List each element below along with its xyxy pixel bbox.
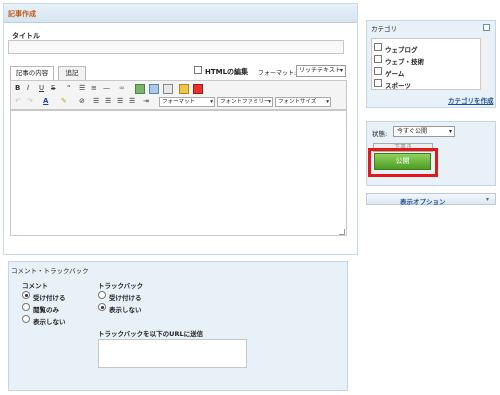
status-select-value: 今すぐ公開: [397, 128, 428, 135]
align-left-icon[interactable]: ☰: [93, 96, 99, 106]
resize-handle[interactable]: [339, 229, 345, 235]
trackback-url-input[interactable]: [98, 339, 247, 368]
comment-readonly-radio[interactable]: [22, 303, 30, 311]
numbered-list-icon[interactable]: ≡: [91, 83, 97, 93]
clear-format-icon[interactable]: ⊘: [79, 96, 85, 106]
category-scrollbar[interactable]: [480, 38, 488, 90]
editor-toolbar: B I U S “ ☰ ≡ — ∞ ↶ ↷ A ✎ ⊘ ☰ ☰ ☰ ☰ ⇥ フォ…: [10, 80, 347, 110]
undo-icon[interactable]: ↶: [15, 96, 21, 106]
expand-icon[interactable]: ▾: [486, 196, 489, 203]
emoji-icon[interactable]: [179, 84, 189, 94]
comment-hide-radio[interactable]: [22, 315, 30, 323]
trackback-hide-radio[interactable]: [98, 303, 106, 311]
comment-accept-label: 受け付ける: [33, 294, 66, 302]
horizontal-rule-icon[interactable]: —: [103, 83, 110, 93]
bold-button[interactable]: B: [15, 83, 20, 93]
indent-icon[interactable]: ⇥: [143, 96, 149, 106]
create-category-link[interactable]: カテゴリを作成: [448, 95, 494, 105]
trackback-accept-radio[interactable]: [98, 291, 106, 299]
display-options-label: 表示オプション: [400, 198, 446, 206]
category-checkbox[interactable]: [374, 43, 382, 51]
font-family-select[interactable]: フォントファミリー ▾: [217, 97, 273, 107]
font-size-select[interactable]: フォントサイズ ▾: [275, 97, 331, 107]
html-edit-checkbox[interactable]: [194, 66, 202, 74]
category-item-label: ウェブ・技術: [385, 58, 424, 66]
youtube-icon[interactable]: [193, 84, 203, 94]
italic-button[interactable]: I: [27, 83, 29, 93]
status-select[interactable]: 今すぐ公開 ▾: [393, 126, 455, 137]
body-editor[interactable]: [10, 110, 347, 236]
blockquote-icon[interactable]: “: [67, 83, 71, 93]
format-label: フォーマット:: [258, 70, 297, 77]
trackback-hide-label: 表示しない: [109, 306, 142, 314]
chevron-down-icon: ▾: [210, 99, 213, 105]
align-center-icon[interactable]: ☰: [105, 96, 111, 106]
chevron-down-icon: ▾: [448, 128, 452, 135]
category-list: ウェブログ ウェブ・技術 ゲーム スポーツ: [371, 38, 488, 90]
comment-trackback-panel: [8, 261, 348, 391]
comment-trackback-title: コメント・トラックバック: [11, 267, 89, 275]
text-color-icon[interactable]: A: [43, 96, 48, 106]
strikethrough-button[interactable]: S: [51, 83, 55, 93]
align-right-icon[interactable]: ☰: [117, 96, 123, 106]
status-label: 状態:: [372, 130, 388, 138]
chevron-down-icon: ▾: [268, 99, 271, 105]
format-select[interactable]: リッチテキスト ▾: [296, 65, 346, 77]
category-item-label: ゲーム: [385, 70, 405, 78]
format-select-value: リッチテキスト: [299, 67, 341, 74]
format-block-select[interactable]: フォーマット ▾: [159, 97, 215, 107]
table-icon[interactable]: [163, 84, 173, 94]
html-edit-label: HTMLの編集: [205, 68, 249, 76]
tab-entry-body[interactable]: 記事の内容: [10, 66, 54, 81]
category-checkbox[interactable]: [374, 79, 382, 87]
chevron-down-icon: ▾: [339, 67, 343, 74]
editor-header: 記事作成: [4, 4, 357, 23]
font-family-select-label: フォントファミリー: [220, 99, 270, 105]
page-title: 記事作成: [8, 10, 36, 18]
comment-accept-radio[interactable]: [22, 291, 30, 299]
underline-button[interactable]: U: [39, 83, 44, 93]
publish-button[interactable]: 公開: [374, 153, 431, 170]
category-item-label: スポーツ: [385, 82, 411, 90]
chevron-down-icon: ▾: [326, 99, 329, 105]
font-size-select-label: フォントサイズ: [278, 99, 317, 105]
category-title: カテゴリ: [371, 25, 397, 33]
highlight-color-icon[interactable]: ✎: [61, 96, 67, 106]
link-icon[interactable]: ∞: [119, 83, 125, 93]
align-justify-icon[interactable]: ☰: [129, 96, 135, 106]
collapse-icon[interactable]: [483, 24, 490, 31]
comment-readonly-label: 閲覧のみ: [33, 306, 59, 314]
format-block-select-label: フォーマット: [162, 99, 196, 105]
trackback-heading: トラックバック: [98, 282, 144, 290]
image-icon[interactable]: [135, 84, 145, 94]
trackback-url-label: トラックバックを以下のURLに送信: [98, 330, 204, 338]
title-input[interactable]: [8, 40, 344, 54]
redo-icon[interactable]: ↷: [27, 96, 33, 106]
comment-heading: コメント: [22, 282, 48, 290]
media-icon[interactable]: [149, 84, 159, 94]
trackback-accept-label: 受け付ける: [109, 294, 142, 302]
category-checkbox[interactable]: [374, 67, 382, 75]
tab-extended[interactable]: 追記: [58, 66, 86, 81]
category-item-label: ウェブログ: [385, 46, 418, 54]
comment-hide-label: 表示しない: [33, 318, 66, 326]
bullet-list-icon[interactable]: ☰: [79, 83, 85, 93]
category-checkbox[interactable]: [374, 55, 382, 63]
